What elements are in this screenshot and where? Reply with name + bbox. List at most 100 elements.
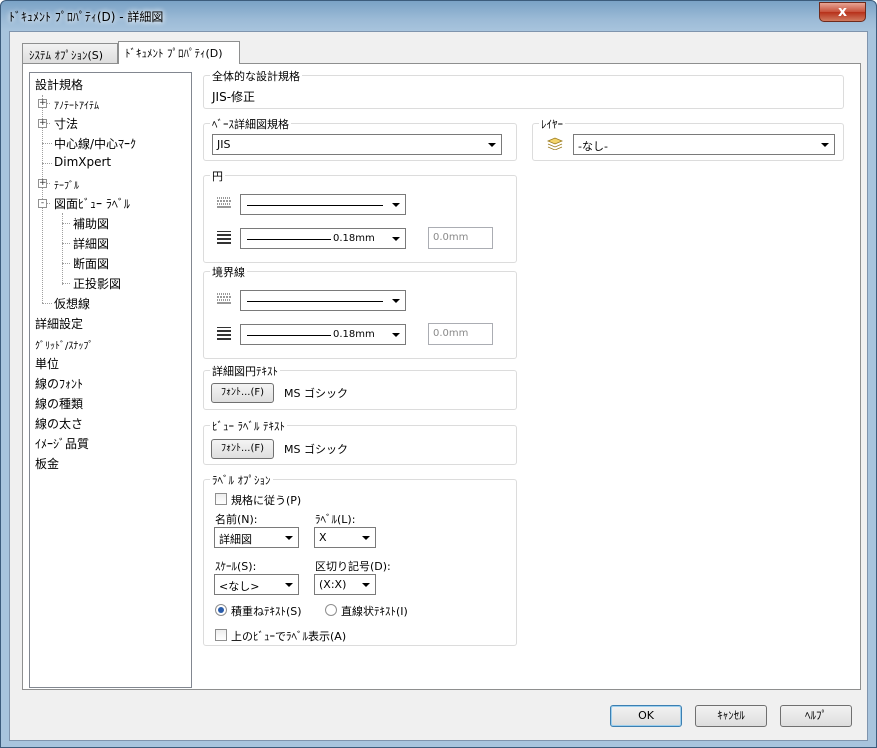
- line-sample: [247, 301, 383, 302]
- tree-item-detailing[interactable]: 詳細設定: [35, 315, 83, 332]
- expand-icon[interactable]: +: [38, 119, 47, 128]
- circle-custom-thickness-input[interactable]: 0.0mm: [428, 227, 493, 249]
- view-label-font-name: MS ゴシック: [284, 443, 348, 456]
- overall-standard-value: JIS-修正: [212, 90, 256, 104]
- show-label-above-label[interactable]: 上のﾋﾞｭｰでﾗﾍﾞﾙ表示(A): [231, 628, 346, 644]
- cancel-button[interactable]: ｷｬﾝｾﾙ: [695, 705, 767, 727]
- boundary-label: 境界線: [210, 264, 247, 280]
- title-bar: ﾄﾞｷｭﾒﾝﾄ ﾌﾟﾛﾊﾟﾃｨ(D) - 詳細図 x: [1, 1, 876, 31]
- close-button[interactable]: x: [819, 2, 866, 22]
- tree-item-design-standard[interactable]: 設計規格: [35, 76, 83, 93]
- chevron-down-icon: [392, 203, 400, 207]
- tree-item-line-thickness[interactable]: 線の太さ: [35, 415, 83, 432]
- scale-field-label: ｽｹｰﾙ(S):: [215, 560, 257, 573]
- line-sample: [247, 239, 331, 240]
- tab-system-options[interactable]: ｼｽﾃﾑ ｵﾌﾟｼｮﾝ(S): [22, 43, 118, 64]
- tree-item-orthographic[interactable]: 正投影図: [73, 275, 121, 292]
- delimiter-field-label: 区切り記号(D):: [315, 560, 391, 573]
- expand-icon[interactable]: +: [38, 179, 47, 188]
- dialog-client: ｼｽﾃﾑ ｵﾌﾟｼｮﾝ(S) ﾄﾞｷｭﾒﾝﾄ ﾌﾟﾛﾊﾟﾃｨ(D) + + + …: [9, 31, 868, 741]
- label-field-label: ﾗﾍﾞﾙ(L):: [315, 513, 356, 526]
- ok-button[interactable]: OK: [610, 705, 682, 727]
- layer-value: -なし-: [578, 140, 608, 153]
- view-label-font-button[interactable]: ﾌｫﾝﾄ...(F): [211, 439, 274, 459]
- scale-select[interactable]: <なし>: [214, 574, 299, 595]
- show-label-above-checkbox[interactable]: [215, 629, 227, 641]
- chevron-down-icon: [285, 583, 293, 587]
- view-label-text-label: ﾋﾞｭｰ ﾗﾍﾞﾙ ﾃｷｽﾄ: [210, 418, 287, 434]
- delimiter-select[interactable]: (X:X): [314, 574, 376, 595]
- label-options-label: ﾗﾍﾞﾙ ｵﾌﾟｼｮﾝ: [210, 472, 273, 488]
- layer-group: ﾚｲﾔｰ -なし-: [532, 116, 844, 161]
- follow-standard-checkbox[interactable]: [215, 493, 227, 505]
- follow-standard-label[interactable]: 規格に従う(P): [231, 492, 301, 508]
- tree-item-line-style[interactable]: 線の種類: [35, 395, 83, 412]
- boundary-line-style-select[interactable]: [240, 290, 406, 311]
- collapse-icon[interactable]: -: [38, 199, 47, 208]
- label-value: X: [319, 531, 327, 544]
- window-title: ﾄﾞｷｭﾒﾝﾄ ﾌﾟﾛﾊﾟﾃｨ(D) - 詳細図: [9, 10, 164, 24]
- circle-thickness-value: 0.18mm: [333, 233, 375, 244]
- tree-item-view-labels[interactable]: 図面ﾋﾞｭｰ ﾗﾍﾞﾙ: [54, 195, 130, 212]
- chevron-down-icon: [362, 583, 370, 587]
- delimiter-value: (X:X): [319, 578, 347, 591]
- tree-item-section[interactable]: 断面図: [73, 255, 109, 272]
- name-value: 詳細図: [219, 533, 252, 546]
- chevron-down-icon: [488, 143, 496, 147]
- name-field-label: 名前(N):: [215, 513, 258, 526]
- tree-item-sheet-metal[interactable]: 板金: [35, 455, 59, 472]
- chevron-down-icon: [362, 536, 370, 540]
- boundary-custom-thickness-input[interactable]: 0.0mm: [428, 323, 493, 345]
- dialog-window: ﾄﾞｷｭﾒﾝﾄ ﾌﾟﾛﾊﾟﾃｨ(D) - 詳細図 x ｼｽﾃﾑ ｵﾌﾟｼｮﾝ(S…: [0, 0, 877, 748]
- stacked-text-radio[interactable]: [215, 604, 227, 616]
- name-select[interactable]: 詳細図: [214, 527, 299, 548]
- tree-line: [62, 223, 70, 224]
- tree-line: [42, 143, 52, 144]
- tree-item-virtual-sharps[interactable]: 仮想線: [54, 295, 90, 312]
- layer-label: ﾚｲﾔｰ: [539, 116, 565, 132]
- label-select[interactable]: X: [314, 527, 376, 548]
- base-standard-select[interactable]: JIS: [212, 134, 502, 155]
- tree-item-units[interactable]: 単位: [35, 355, 59, 372]
- layer-select[interactable]: -なし-: [573, 134, 835, 155]
- tree-item-dimensions[interactable]: 寸法: [54, 115, 78, 132]
- boundary-thickness-value: 0.18mm: [333, 329, 375, 340]
- overall-standard-label: 全体的な設計規格: [210, 68, 302, 84]
- line-style-icon: [217, 293, 231, 304]
- tree-line: [42, 163, 52, 164]
- circle-text-font-name: MS ゴシック: [284, 387, 348, 400]
- chevron-down-icon: [392, 237, 400, 241]
- tree-item-line-font[interactable]: 線のﾌｫﾝﾄ: [35, 375, 83, 392]
- stacked-text-label[interactable]: 積重ねﾃｷｽﾄ(S): [231, 603, 302, 619]
- circle-text-font-button[interactable]: ﾌｫﾝﾄ...(F): [211, 383, 274, 403]
- tree-item-auxiliary[interactable]: 補助図: [73, 215, 109, 232]
- tree-item-centerlines[interactable]: 中心線/中心ﾏｰｸ: [54, 135, 136, 152]
- tree-line: [62, 243, 70, 244]
- tree-item-annotations[interactable]: ｱﾉﾃｰﾄｱｲﾃﾑ: [54, 97, 99, 112]
- scale-value: <なし>: [219, 580, 260, 593]
- line-thickness-icon: [217, 327, 231, 340]
- tree-view[interactable]: + + + - 設計規格 ｱﾉﾃｰﾄｱｲﾃﾑ 寸法 中心線/中心ﾏｰｸ DimX…: [29, 72, 192, 688]
- tab-document-properties[interactable]: ﾄﾞｷｭﾒﾝﾄ ﾌﾟﾛﾊﾟﾃｨ(D): [118, 41, 240, 64]
- tree-item-detail[interactable]: 詳細図: [73, 235, 109, 252]
- linear-text-radio[interactable]: [325, 604, 337, 616]
- boundary-line-thickness-select[interactable]: 0.18mm: [240, 324, 406, 345]
- circle-text-label: 詳細図円ﾃｷｽﾄ: [210, 363, 280, 379]
- base-standard-value: JIS: [217, 138, 231, 151]
- boundary-group: 境界線 0.18mm 0.0mm: [203, 264, 517, 359]
- tree-item-grid-snap[interactable]: ｸﾞﾘｯﾄﾞ/ｽﾅｯﾌﾟ: [35, 337, 93, 352]
- tree-line: [42, 303, 52, 304]
- linear-text-label[interactable]: 直線状ﾃｷｽﾄ(I): [341, 603, 408, 619]
- base-standard-group: ﾍﾞｰｽ詳細図規格 JIS: [203, 116, 517, 161]
- expand-icon[interactable]: +: [38, 99, 47, 108]
- line-sample: [247, 205, 383, 206]
- circle-line-style-select[interactable]: [240, 194, 406, 215]
- tree-item-dimxpert[interactable]: DimXpert: [54, 155, 111, 169]
- circle-line-thickness-select[interactable]: 0.18mm: [240, 228, 406, 249]
- tree-item-tables[interactable]: ﾃｰﾌﾞﾙ: [54, 177, 79, 192]
- view-label-text-group: ﾋﾞｭｰ ﾗﾍﾞﾙ ﾃｷｽﾄ ﾌｫﾝﾄ...(F) MS ゴシック: [203, 418, 517, 465]
- circle-text-group: 詳細図円ﾃｷｽﾄ ﾌｫﾝﾄ...(F) MS ゴシック: [203, 363, 517, 410]
- tree-item-image-quality[interactable]: ｲﾒｰｼﾞ品質: [35, 435, 89, 452]
- help-button[interactable]: ﾍﾙﾌﾟ: [780, 705, 852, 727]
- line-thickness-icon: [217, 231, 231, 244]
